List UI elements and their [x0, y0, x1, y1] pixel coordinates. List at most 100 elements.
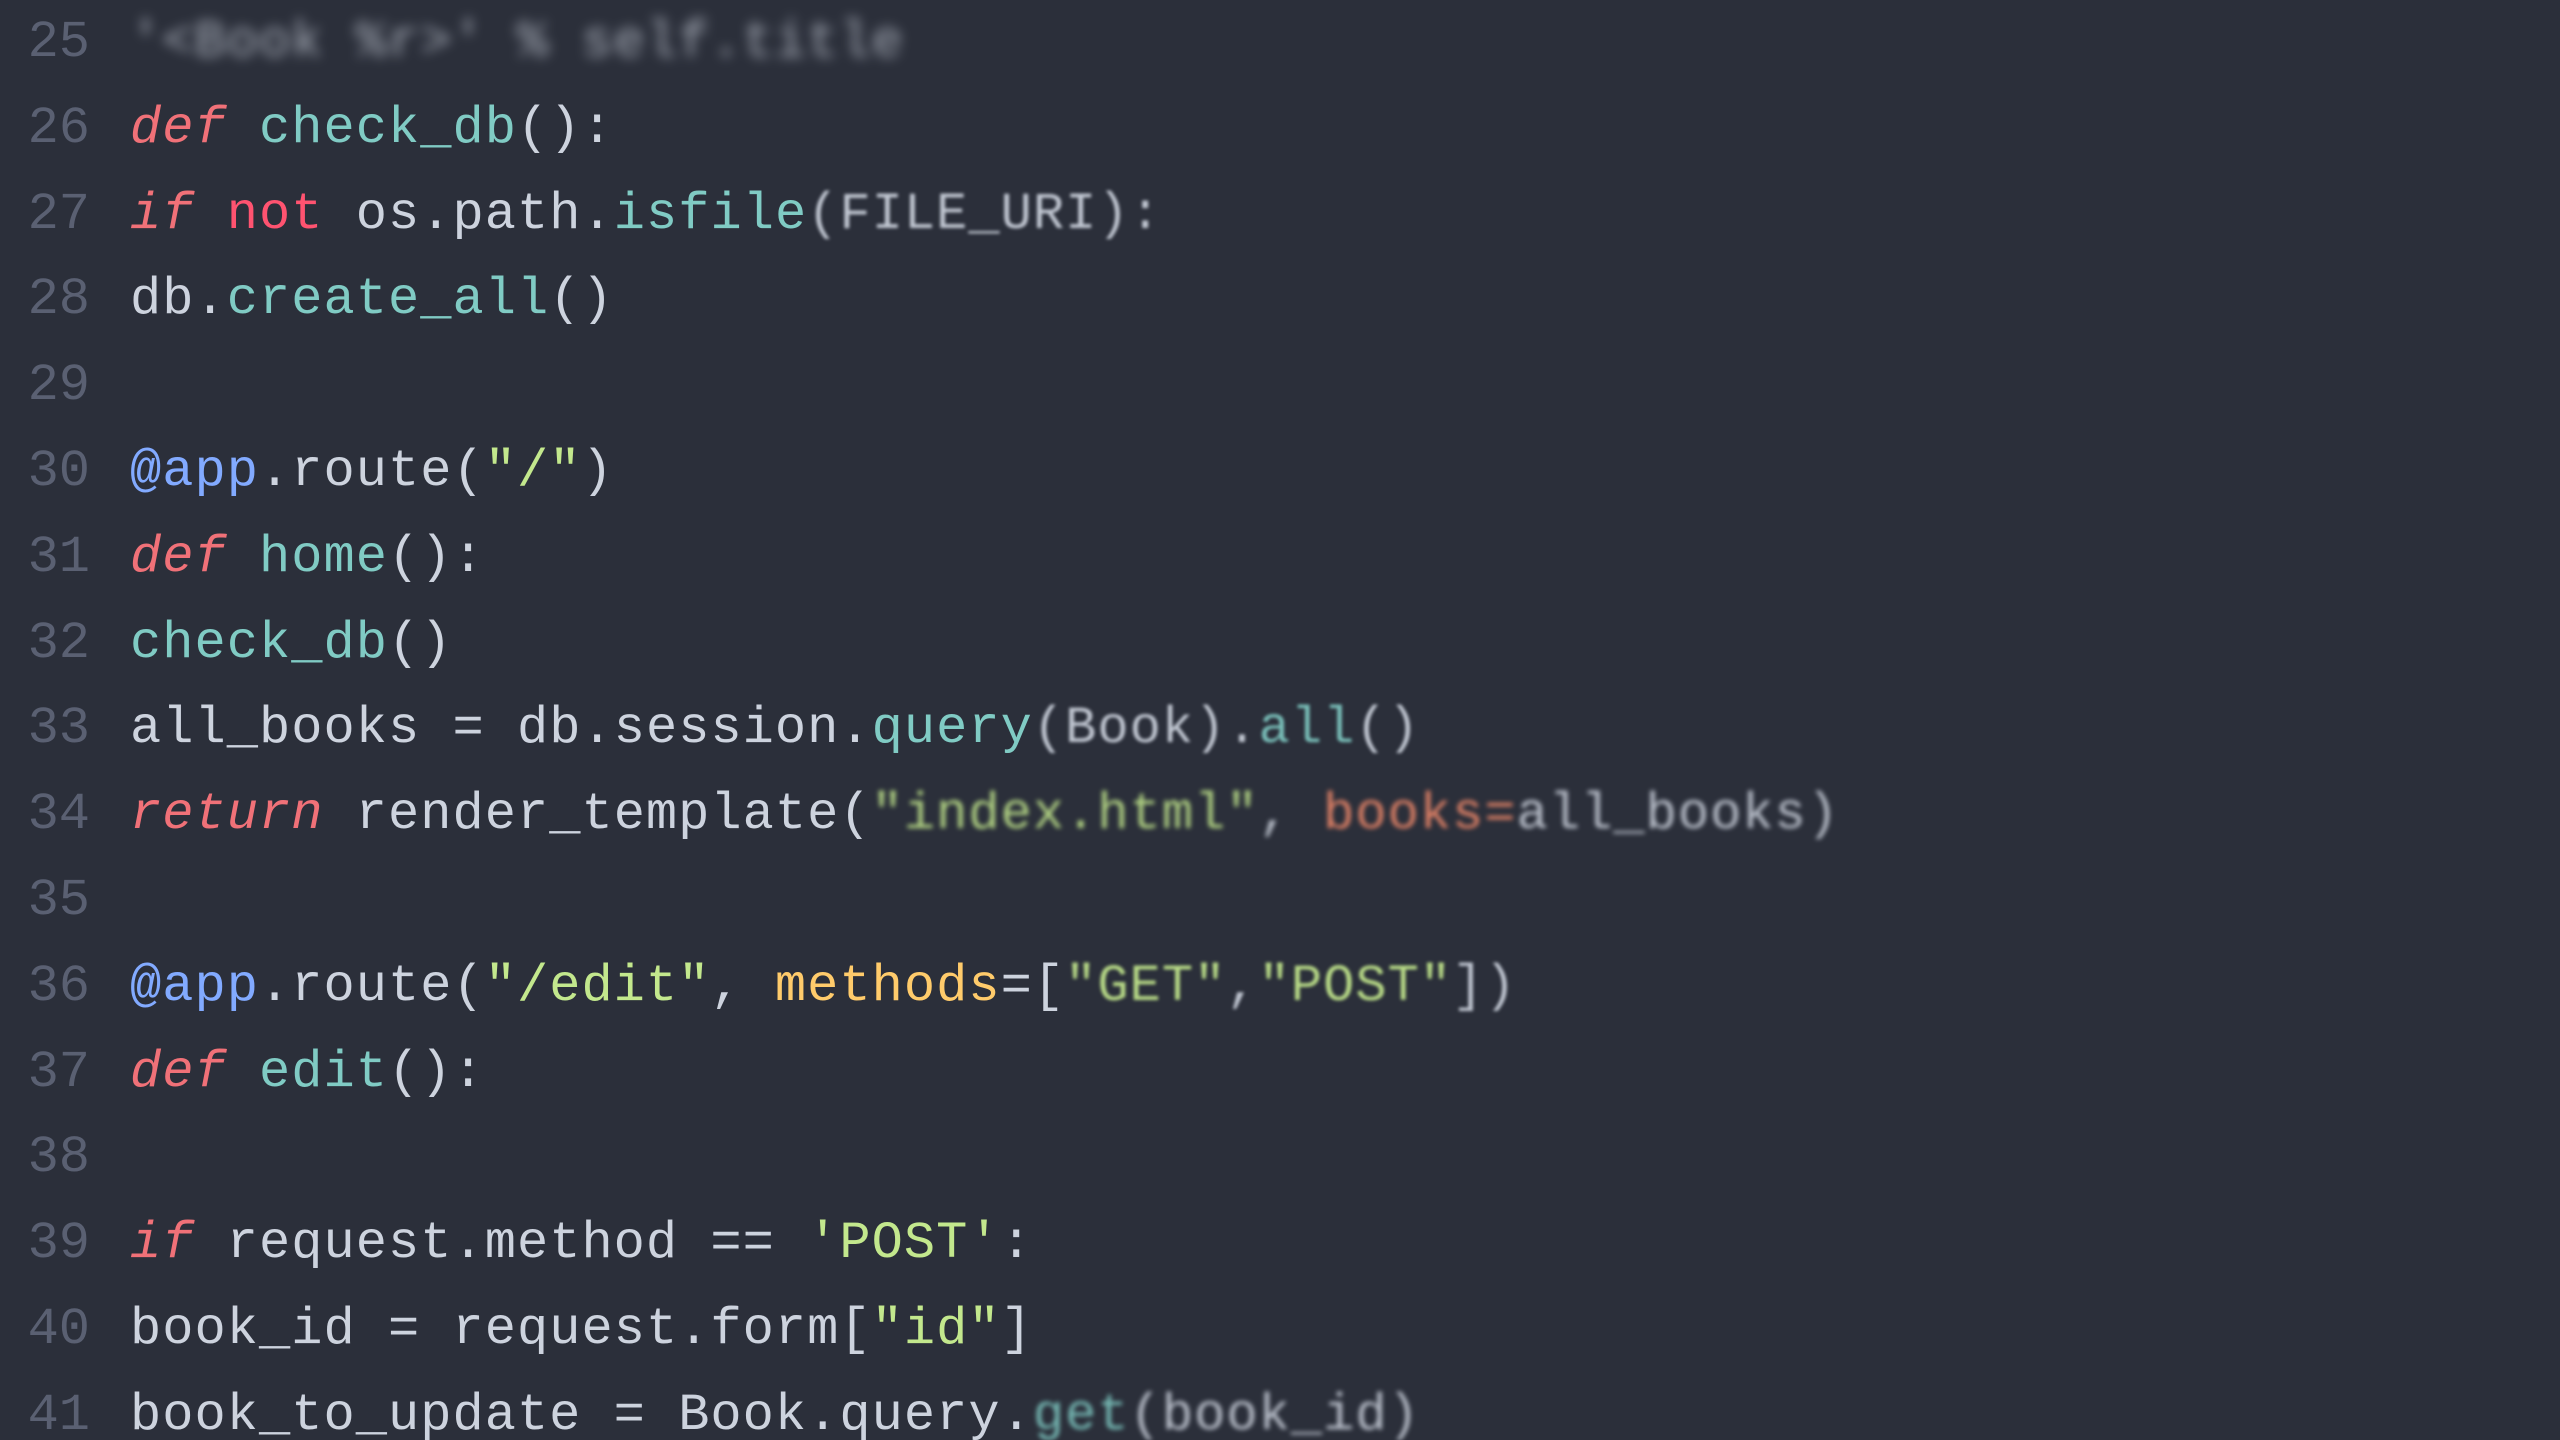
code-content: def check_db():	[130, 86, 614, 172]
code-content: all_books = db.session.query(Book).all()	[130, 686, 1420, 772]
code-token: )	[581, 442, 613, 501]
code-token: request.form[	[452, 1300, 871, 1359]
code-token: =	[356, 1300, 453, 1359]
code-token: home	[259, 528, 388, 587]
code-content: if request.method == 'POST':	[130, 1201, 1033, 1287]
code-token: ,	[1226, 957, 1258, 1016]
line-number: 29	[0, 343, 130, 429]
code-token: def	[130, 528, 227, 587]
code-token: ()	[549, 270, 614, 329]
code-token: ()	[1355, 699, 1420, 758]
line-number: 37	[0, 1030, 130, 1116]
line-number: 41	[0, 1373, 130, 1440]
code-editor: 25 '<Book %r>' % self.title26def check_d…	[0, 0, 2560, 1440]
code-token: "GET"	[1065, 957, 1226, 1016]
code-token: =	[420, 699, 517, 758]
code-token: query	[872, 699, 1033, 758]
code-token: def	[130, 99, 227, 158]
code-content: @app.route("/")	[130, 429, 614, 515]
code-content: book_id = request.form["id"]	[130, 1287, 1033, 1373]
code-token	[227, 99, 259, 158]
code-content: db.create_all()	[130, 257, 614, 343]
code-token: ,	[1259, 785, 1324, 844]
code-token: ])	[1452, 957, 1517, 1016]
code-content: def edit():	[130, 1030, 485, 1116]
code-token: "index.html"	[872, 785, 1259, 844]
code-token: .route(	[259, 957, 485, 1016]
code-content: @app.route("/edit", methods=["GET","POST…	[130, 944, 1517, 1030]
code-token: Book.query.	[678, 1386, 1033, 1440]
code-token: "POST"	[1259, 957, 1452, 1016]
line-number: 38	[0, 1115, 130, 1201]
code-token: isfile	[614, 185, 807, 244]
code-token: "id"	[872, 1300, 1001, 1359]
code-token: book_to_update	[130, 1386, 581, 1440]
line-number: 25	[0, 0, 130, 86]
code-token: ,	[710, 957, 775, 1016]
code-token	[227, 528, 259, 587]
code-line: 37def edit():	[0, 1030, 2560, 1116]
code-line: 29	[0, 343, 2560, 429]
code-token: book_id	[130, 1300, 356, 1359]
code-line: 28 db.create_all()	[0, 257, 2560, 343]
line-number: 33	[0, 686, 130, 772]
code-line: 38	[0, 1115, 2560, 1201]
code-token: os.path.	[324, 185, 614, 244]
code-token: .route(	[259, 442, 485, 501]
code-token: if	[130, 185, 195, 244]
line-number: 39	[0, 1201, 130, 1287]
code-content: return render_template("index.html", boo…	[130, 772, 1839, 858]
code-token: @app	[130, 442, 259, 501]
code-token: db.session.	[517, 699, 872, 758]
line-number: 31	[0, 515, 130, 601]
code-token: all	[1259, 699, 1356, 758]
code-token	[195, 185, 227, 244]
code-token: create_all	[227, 270, 549, 329]
code-token: '<Book %r>' % self.title	[130, 13, 904, 72]
code-token: (FILE_URI):	[807, 185, 1162, 244]
code-token: books=	[1323, 785, 1516, 844]
code-content: if not os.path.isfile(FILE_URI):	[130, 172, 1162, 258]
code-line: 34 return render_template("index.html", …	[0, 772, 2560, 858]
code-line: 33 all_books = db.session.query(Book).al…	[0, 686, 2560, 772]
code-token: (book_id)	[1130, 1386, 1420, 1440]
code-content: book_to_update = Book.query.get(book_id)	[130, 1373, 1420, 1440]
code-line: 41 book_to_update = Book.query.get(book_…	[0, 1373, 2560, 1440]
code-line: 35	[0, 858, 2560, 944]
code-token: "/"	[485, 442, 582, 501]
code-token: check_db	[130, 614, 388, 673]
code-token: ():	[388, 528, 485, 587]
line-number: 36	[0, 944, 130, 1030]
line-number: 34	[0, 772, 130, 858]
code-token: :	[1001, 1214, 1033, 1273]
code-token: check_db	[259, 99, 517, 158]
code-token: ==	[710, 1214, 775, 1273]
code-token: =[	[1001, 957, 1066, 1016]
code-line: 25 '<Book %r>' % self.title	[0, 0, 2560, 86]
code-line: 30@app.route("/")	[0, 429, 2560, 515]
line-number: 40	[0, 1287, 130, 1373]
code-token: if	[130, 1214, 195, 1273]
code-token: all_books	[130, 699, 420, 758]
code-token: all_books	[1517, 785, 1807, 844]
code-token: ():	[517, 99, 614, 158]
line-number: 28	[0, 257, 130, 343]
code-token: ():	[388, 1043, 485, 1102]
line-number: 26	[0, 86, 130, 172]
code-token	[775, 1214, 807, 1273]
code-token: methods	[775, 957, 1001, 1016]
code-token: =	[581, 1386, 678, 1440]
code-line: 32 check_db()	[0, 601, 2560, 687]
code-token: not	[227, 185, 324, 244]
code-token: get	[1033, 1386, 1130, 1440]
code-line: 31def home():	[0, 515, 2560, 601]
code-token: ]	[1001, 1300, 1033, 1359]
code-token: (Book).	[1033, 699, 1259, 758]
code-line: 40 book_id = request.form["id"]	[0, 1287, 2560, 1373]
code-token: edit	[259, 1043, 388, 1102]
code-token: db.	[130, 270, 227, 329]
code-token	[227, 1043, 259, 1102]
code-content: '<Book %r>' % self.title	[130, 0, 904, 86]
code-line: 36@app.route("/edit", methods=["GET","PO…	[0, 944, 2560, 1030]
code-content: check_db()	[130, 601, 452, 687]
